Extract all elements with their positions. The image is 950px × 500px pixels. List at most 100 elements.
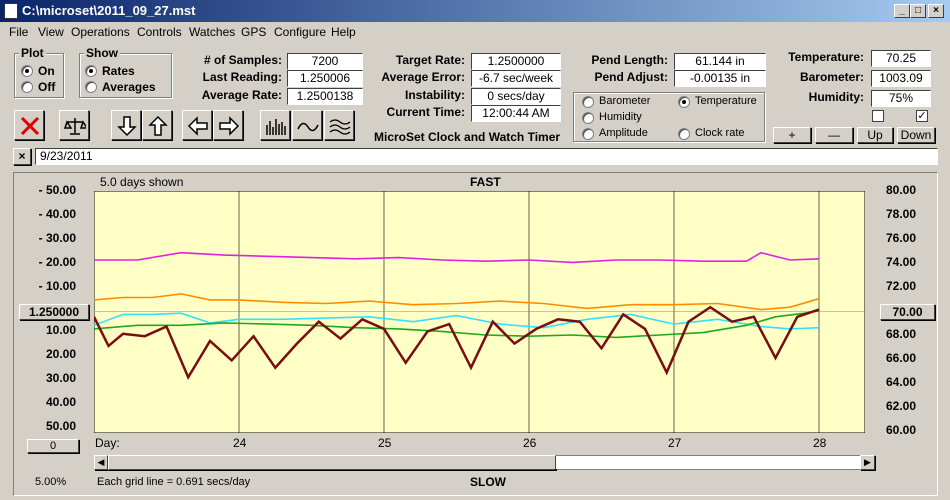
checkbox-left[interactable] [872, 110, 884, 122]
zoom-label: 5.00% [35, 476, 67, 488]
arrow-right-icon [219, 116, 240, 136]
y-right-tick: 76.00 [886, 231, 917, 245]
humidity-field: 75% [871, 90, 931, 107]
window-title: C:\microset\2011_09_27.mst [22, 3, 196, 18]
scroll-left-button[interactable]: ◀ [94, 455, 108, 470]
y-right-tick: 62.00 [886, 399, 917, 413]
title-bar: C:\microset\2011_09_27.mst _ □ × [0, 0, 950, 22]
stop-button[interactable] [14, 110, 44, 140]
plot-on-label[interactable]: On [38, 64, 55, 78]
minus-button[interactable]: — [815, 127, 853, 143]
x-tick-label: 27 [668, 436, 682, 450]
show-averages-radio[interactable] [85, 81, 97, 93]
y-left-tick: - 30.00 [38, 231, 76, 245]
menu-view[interactable]: View [38, 25, 64, 39]
note-field[interactable]: 9/23/2011 [35, 148, 938, 165]
y-left-tick: 10.00 [45, 323, 76, 337]
scroll-right-button[interactable]: ▶ [860, 455, 875, 470]
average-error-field: -6.7 sec/week [471, 70, 561, 87]
y-left-tick: - 50.00 [38, 183, 76, 197]
y-right-tick: 74.00 [886, 255, 917, 269]
left-arrow-button[interactable] [182, 110, 212, 140]
menu-controls[interactable]: Controls [137, 25, 182, 39]
current-time-label: Current Time: [386, 105, 465, 119]
histogram-button[interactable] [260, 110, 290, 140]
grid-note-label: Each grid line = 0.691 secs/day [97, 476, 251, 488]
plot-area[interactable] [94, 191, 865, 433]
wave-icon [297, 122, 319, 132]
menu-file[interactable]: File [9, 25, 28, 39]
menu-configure[interactable]: Configure [274, 25, 326, 39]
temperature-option[interactable]: Temperature [695, 95, 757, 107]
target-rate-label: Target Rate: [395, 53, 465, 67]
arrow-down-icon [117, 116, 137, 137]
amplitude-radio[interactable] [582, 128, 594, 140]
barometer-field: 1003.09 [871, 70, 931, 87]
average-error-label: Average Error: [381, 70, 465, 84]
humidity-option[interactable]: Humidity [599, 111, 642, 123]
checkbox-right[interactable]: ✓ [916, 110, 928, 122]
amplitude-option[interactable]: Amplitude [599, 127, 648, 139]
samples-field: 7200 [287, 53, 363, 70]
y-right-tick: 80.00 [886, 183, 917, 197]
center-temperature-button[interactable]: 70.00 [880, 304, 935, 320]
down-arrow-button[interactable] [111, 110, 141, 140]
menu-watches[interactable]: Watches [189, 25, 235, 39]
minimize-button[interactable]: _ [894, 4, 910, 18]
up-button[interactable]: Up [857, 127, 893, 143]
barometer-radio[interactable] [582, 96, 594, 108]
y-left-tick: 40.00 [45, 395, 76, 409]
balance-scale-icon [64, 118, 86, 135]
y-left-tick: - 20.00 [38, 255, 76, 269]
y-right-tick: 78.00 [886, 207, 917, 221]
arrow-left-icon [187, 116, 208, 136]
scroll-thumb[interactable] [108, 455, 556, 470]
x-axis-label: Day: [95, 436, 120, 450]
clock-rate-option[interactable]: Clock rate [695, 127, 745, 139]
histogram-icon [266, 119, 286, 135]
show-averages-label[interactable]: Averages [102, 80, 156, 94]
plot-group-title: Plot [19, 46, 46, 60]
waves-button[interactable] [324, 110, 354, 140]
scroll-track[interactable] [556, 456, 860, 469]
plot-off-label[interactable]: Off [38, 80, 55, 94]
offset-button[interactable]: 0 [27, 439, 79, 453]
current-time-field: 12:00:44 AM [471, 105, 561, 122]
plot-off-radio[interactable] [21, 81, 33, 93]
balance-button[interactable] [59, 110, 89, 140]
y-left-tick: 20.00 [45, 347, 76, 361]
close-window-button[interactable]: × [928, 4, 944, 18]
clock-rate-radio[interactable] [678, 128, 690, 140]
note-close-button[interactable]: × [13, 148, 31, 165]
temperature-radio[interactable] [678, 96, 690, 108]
show-rates-radio[interactable] [85, 65, 97, 77]
pend-adjust-field: -0.00135 in [674, 70, 766, 87]
samples-label: # of Samples: [203, 53, 282, 67]
center-rate-button[interactable]: 1.250000 [19, 304, 89, 320]
maximize-button[interactable]: □ [910, 4, 926, 18]
wave-button[interactable] [292, 110, 322, 140]
pend-length-label: Pend Length: [591, 53, 668, 67]
menu-help[interactable]: Help [331, 25, 356, 39]
slow-label: SLOW [470, 475, 506, 489]
menu-gps[interactable]: GPS [241, 25, 266, 39]
show-rates-label[interactable]: Rates [102, 64, 135, 78]
plus-button[interactable]: + [773, 127, 811, 143]
app-name-label: MicroSet Clock and Watch Timer [374, 130, 561, 144]
x-tick-label: 25 [378, 436, 392, 450]
pend-adjust-label: Pend Adjust: [594, 70, 668, 84]
y-left-tick: 30.00 [45, 371, 76, 385]
menu-operations[interactable]: Operations [71, 25, 130, 39]
humidity-label: Humidity: [808, 90, 864, 104]
up-arrow-button[interactable] [142, 110, 172, 140]
average-rate-label: Average Rate: [201, 88, 282, 102]
down-button[interactable]: Down [897, 127, 935, 143]
humidity-radio[interactable] [582, 112, 594, 124]
app-icon [4, 3, 18, 19]
barometer-option[interactable]: Barometer [599, 95, 650, 107]
target-rate-field[interactable]: 1.2500000 [471, 53, 561, 70]
pend-length-field: 61.144 in [674, 53, 766, 70]
right-arrow-button[interactable] [213, 110, 243, 140]
plot-on-radio[interactable] [21, 65, 33, 77]
x-tick-label: 28 [813, 436, 827, 450]
